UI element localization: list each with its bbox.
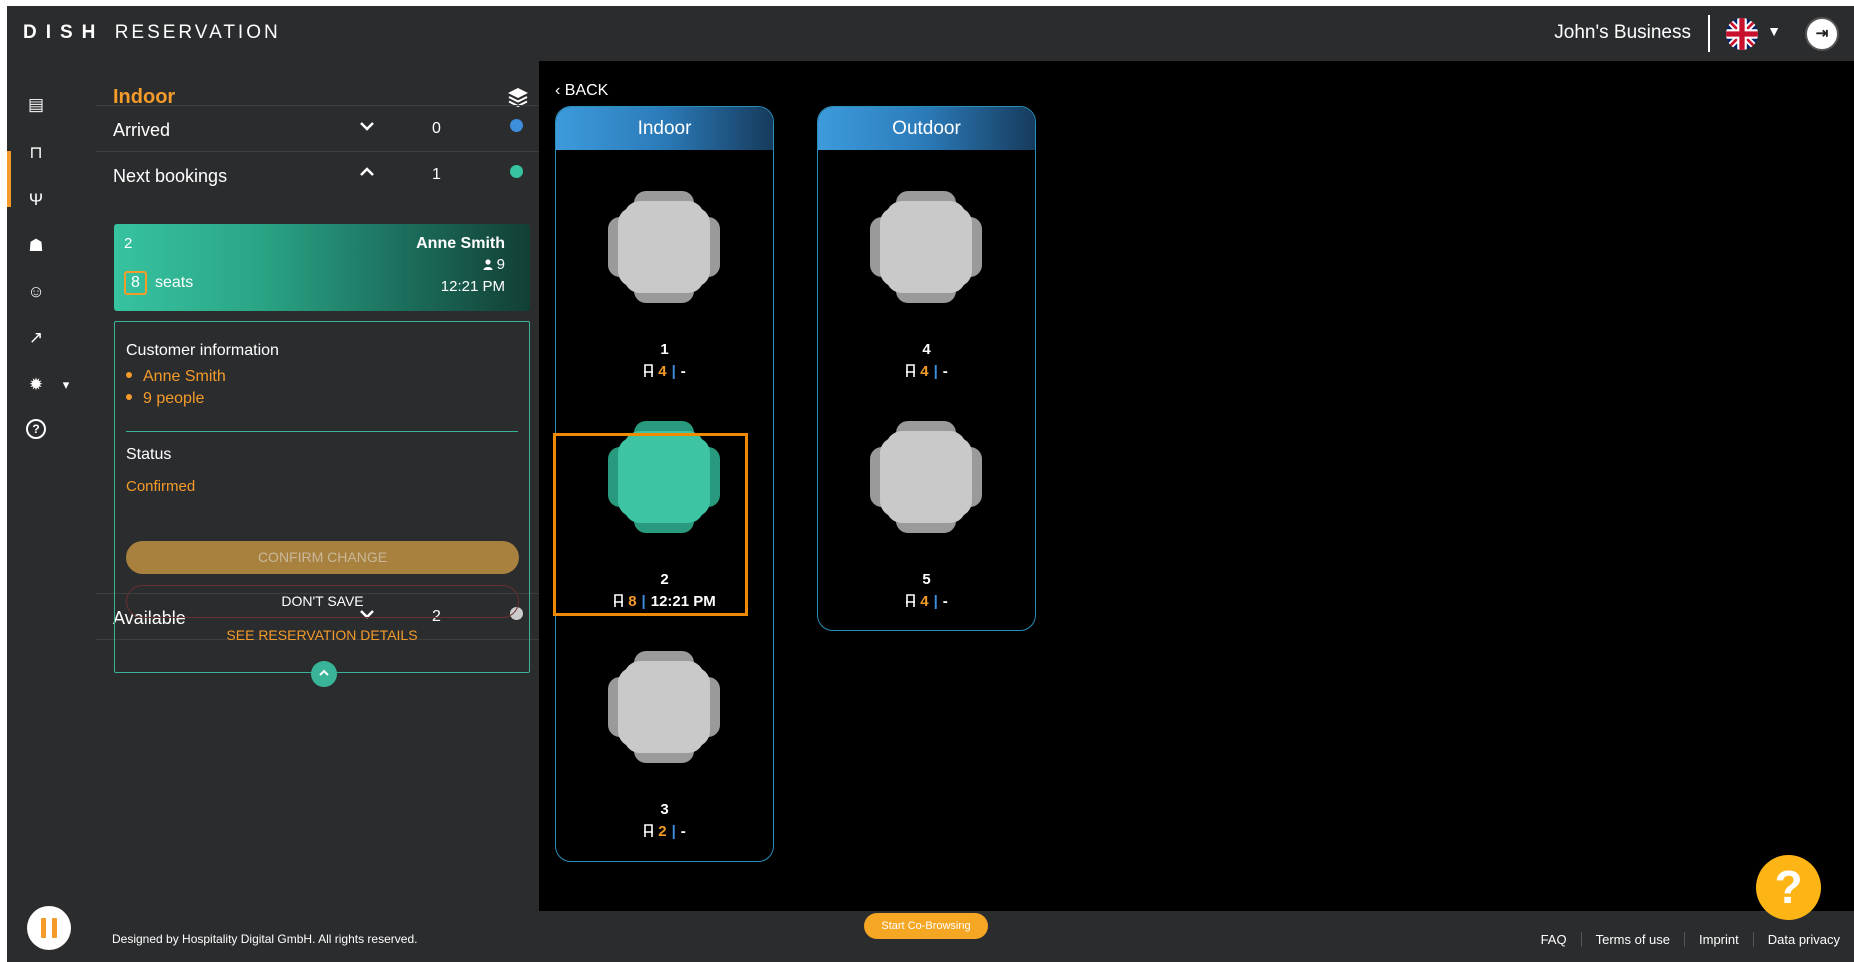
selected-table-highlight [553,433,748,616]
pause-button[interactable] [27,906,71,950]
table-number: 3 [660,801,669,818]
chevron-down-icon[interactable]: ▼ [1767,23,1781,39]
chevron-down-icon[interactable] [359,118,375,139]
table-capacity: 4 [658,363,667,380]
booking-people: 9 [483,256,505,273]
arrived-row[interactable]: Arrived 0 [96,105,539,151]
table-icon[interactable]: ⊓ [24,141,48,165]
start-cobrowsing-button[interactable]: Start Co-Browsing [864,913,988,939]
table-number: 4 [922,341,931,358]
business-name[interactable]: John's Business [1554,22,1691,44]
table-info: 4 | - [556,363,773,380]
chart-icon[interactable]: ↗ [24,326,48,350]
customer-people: 9 people [126,390,204,408]
smiley-icon[interactable]: ☺ [24,280,48,304]
copyright-text: Designed by Hospitality Digital GmbH. Al… [112,932,418,946]
customer-info-title: Customer information [126,342,279,359]
table-shape [870,191,982,303]
see-reservation-details-link[interactable]: SEE RESERVATION DETAILS [115,627,529,643]
settings-icon[interactable]: ✹ [24,373,48,397]
collapse-chevron-up-icon[interactable] [311,661,337,687]
app-frame: DISH RESERVATION John's Business ▼ ⇥ ▤ ⊓… [7,6,1854,962]
table-4[interactable]: 4 4 | - [818,151,1035,380]
customer-info-panel: Customer information Anne Smith 9 people… [114,321,530,673]
imprint-link[interactable]: Imprint [1684,932,1753,947]
footer-links: FAQ Terms of use Imprint Data privacy [1527,932,1854,947]
nav-active-indicator [7,151,11,207]
status-label: Status [126,446,172,463]
table-info: 4 | - [818,593,1035,610]
confirm-change-button[interactable]: CONFIRM CHANGE [126,541,519,574]
booking-table-number: 2 [124,235,133,252]
booking-guest-name: Anne Smith [416,235,505,252]
table-number: 5 [922,571,931,588]
arrived-status-dot [510,119,523,132]
next-bookings-count: 1 [432,166,441,183]
table-status: - [680,363,686,380]
divider [126,431,518,432]
table-3[interactable]: 3 2 | - [556,611,773,840]
book-icon[interactable]: ▤ [24,93,48,117]
back-button[interactable]: ‹ BACK [555,82,608,100]
table-capacity: 4 [920,593,929,610]
table-capacity: 4 [920,363,929,380]
area-outdoor: Outdoor 4 4 | - 5 4 | - [817,106,1036,631]
customer-name: Anne Smith [126,368,226,386]
table-shape [870,421,982,533]
help-circle-icon[interactable]: ? [26,419,46,439]
next-bookings-status-dot [510,165,523,178]
next-bookings-row[interactable]: Next bookings 1 [96,151,539,197]
table-status: - [680,823,686,840]
table-shape [608,191,720,303]
status-value: Confirmed [126,478,196,495]
privacy-link[interactable]: Data privacy [1752,932,1854,947]
footer: Designed by Hospitality Digital GmbH. Al… [96,911,1854,962]
table-number: 1 [660,341,669,358]
arrived-count: 0 [432,120,441,137]
users-icon[interactable]: ☗ [24,234,48,258]
terms-link[interactable]: Terms of use [1580,932,1684,947]
left-nav: ▤ ⊓ Ψ ☗ ☺ ↗ ✹ ▾ ? [7,61,96,962]
brand-logo[interactable]: DISH RESERVATION [23,22,281,44]
booking-seats-label: seats [155,274,194,291]
caret-down-icon[interactable]: ▾ [54,373,78,397]
booking-card[interactable]: 2 8 seats Anne Smith 9 12:21 PM [114,224,530,311]
booking-time: 12:21 PM [440,278,505,295]
divider [1708,15,1710,52]
chevron-up-icon[interactable] [359,164,375,185]
arrived-label: Arrived [113,120,171,140]
table-5[interactable]: 5 4 | - [818,381,1035,610]
logout-icon[interactable]: ⇥ [1805,17,1839,51]
table-status: - [942,593,948,610]
booking-seats-count: 8 [124,271,147,295]
help-button[interactable]: ? [1756,855,1821,920]
faq-link[interactable]: FAQ [1527,932,1581,947]
area-indoor-header[interactable]: Indoor [556,107,773,150]
table-info: 4 | - [818,363,1035,380]
next-bookings-label: Next bookings [113,166,228,186]
dont-save-button[interactable]: DON'T SAVE [126,585,519,618]
table-shape [608,651,720,763]
person-icon [483,259,493,270]
table-status: - [942,363,948,380]
table-info: 2 | - [556,823,773,840]
table-capacity: 2 [658,823,667,840]
area-outdoor-header[interactable]: Outdoor [818,107,1035,150]
top-bar: DISH RESERVATION John's Business ▼ ⇥ [7,6,1854,61]
table-1[interactable]: 1 4 | - [556,151,773,380]
cutlery-icon[interactable]: Ψ [24,188,48,212]
uk-flag-icon[interactable] [1726,18,1758,50]
